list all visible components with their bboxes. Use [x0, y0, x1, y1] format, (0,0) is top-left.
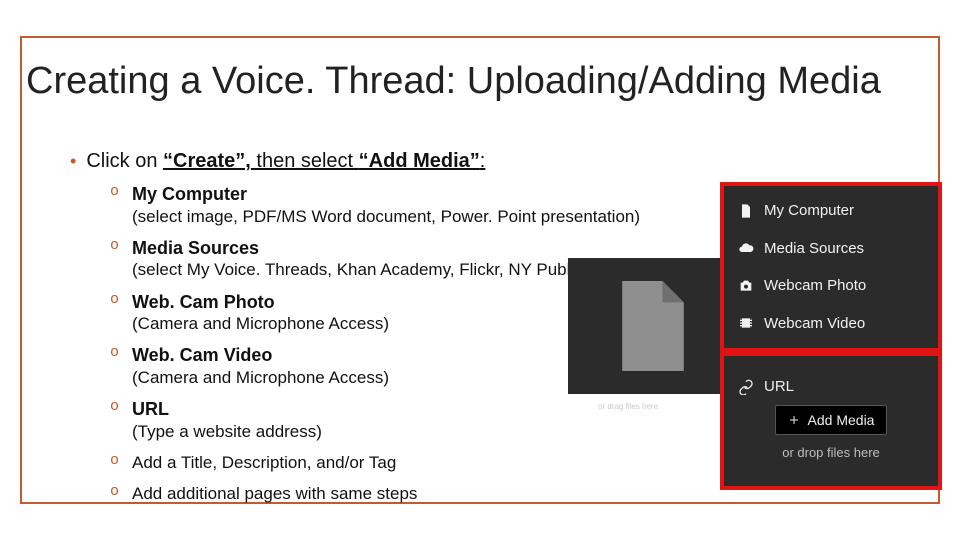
- item-heading: Add a Title, Description, and/or Tag: [132, 452, 710, 473]
- panel-row-mycomputer[interactable]: My Computer: [724, 192, 938, 230]
- add-media-panel: URL Add Media or drop files here: [720, 352, 942, 490]
- item-heading: Media Sources: [132, 237, 710, 260]
- media-source-panel: My Computer Media Sources Webcam Photo W…: [720, 182, 942, 352]
- camera-icon: [738, 278, 754, 294]
- add-media-button[interactable]: Add Media: [775, 405, 888, 435]
- panel-row-mediasources[interactable]: Media Sources: [724, 230, 938, 268]
- panel-label: URL: [764, 378, 794, 395]
- t: “Create”,: [163, 150, 251, 172]
- t: :: [480, 150, 486, 172]
- drop-hint: or drop files here: [782, 445, 880, 460]
- document-icon: [617, 281, 689, 371]
- item-detail: (Type a website address): [132, 421, 710, 442]
- panel-row-webcamvideo[interactable]: Webcam Video: [724, 305, 938, 343]
- link-icon: [738, 379, 754, 395]
- list-item: Add additional pages with same steps: [110, 483, 710, 504]
- panel-label: My Computer: [764, 202, 854, 219]
- item-heading: My Computer: [132, 183, 710, 206]
- file-icon: [738, 203, 754, 219]
- t: Click on: [86, 150, 163, 172]
- main-bullet-text: Click on “Create”, then select “Add Medi…: [86, 150, 485, 173]
- t: “Add Media”: [359, 150, 480, 172]
- list-item: Add a Title, Description, and/or Tag: [110, 452, 710, 473]
- panel-label: Webcam Photo: [764, 277, 866, 294]
- bullet-icon: •: [70, 152, 76, 170]
- slide-title: Creating a Voice. Thread: Uploading/Addi…: [26, 60, 950, 103]
- item-heading: Add additional pages with same steps: [132, 483, 710, 504]
- tiny-drop-hint: or drag files here: [598, 402, 658, 411]
- panel-label: Webcam Video: [764, 315, 865, 332]
- main-bullet: • Click on “Create”, then select “Add Me…: [70, 150, 710, 173]
- panel-row-url[interactable]: URL: [724, 378, 794, 395]
- document-preview: [568, 258, 738, 394]
- t: then select: [251, 150, 359, 172]
- list-item: My Computer (select image, PDF/MS Word d…: [110, 183, 710, 227]
- add-media-label: Add Media: [808, 412, 875, 428]
- item-detail: (select image, PDF/MS Word document, Pow…: [132, 206, 710, 227]
- cloud-icon: [738, 240, 754, 256]
- panel-label: Media Sources: [764, 240, 864, 257]
- film-icon: [738, 315, 754, 331]
- plus-icon: [788, 414, 800, 426]
- panel-row-webcamphoto[interactable]: Webcam Photo: [724, 267, 938, 305]
